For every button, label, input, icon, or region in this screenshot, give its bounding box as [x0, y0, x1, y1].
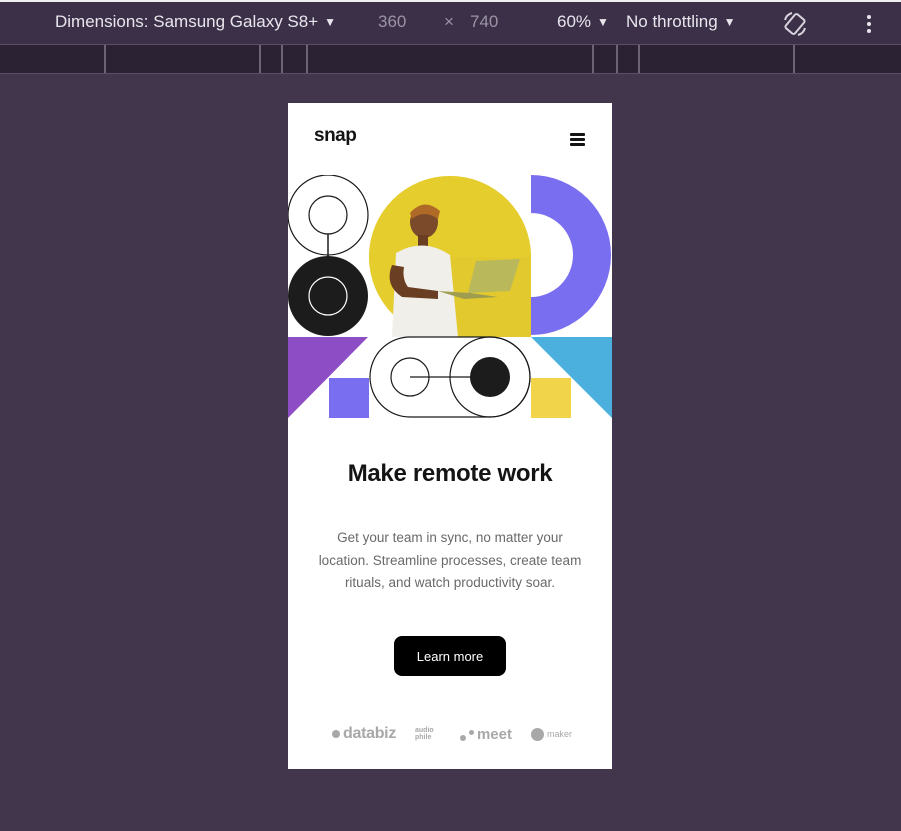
device-dropdown[interactable]: Dimensions: Samsung Galaxy S8+ ▼ — [55, 12, 336, 32]
times-icon: × — [444, 12, 454, 31]
hero-description: Get your team in sync, no matter your lo… — [318, 530, 582, 590]
learn-more-button[interactable]: Learn more — [394, 636, 506, 676]
throttling-label: No throttling — [626, 12, 718, 31]
hero-title: Make remote work — [347, 460, 553, 487]
maker-logo-text: maker — [546, 729, 572, 739]
maker-mark-icon — [530, 727, 544, 741]
audiophile-logo: audio phile — [415, 727, 434, 741]
height-input[interactable]: 740 — [470, 12, 530, 36]
hamburger-menu-icon[interactable] — [570, 133, 585, 147]
databiz-mark-icon — [332, 730, 340, 738]
rotate-icon[interactable] — [782, 10, 808, 38]
databiz-logo: databiz — [332, 725, 396, 743]
site-logo[interactable]: snap — [314, 125, 357, 147]
devtools-toolbar: Dimensions: Samsung Galaxy S8+ ▼ 360 × 7… — [0, 0, 901, 46]
client-logos: databiz audio phile meet maker — [332, 723, 572, 745]
meet-mark-icon — [468, 729, 474, 735]
caret-down-icon: ▼ — [324, 15, 337, 29]
device-viewport: snap Make remote work Get your team in s… — [288, 103, 612, 769]
meet-mark-icon — [459, 735, 466, 741]
meet-logo: meet — [459, 725, 512, 743]
throttling-dropdown[interactable]: No throttling ▼ — [626, 12, 736, 32]
databiz-logo-text: databiz — [343, 725, 397, 742]
width-input[interactable]: 360 — [378, 12, 438, 36]
zoom-dropdown[interactable]: 60% ▼ — [557, 12, 609, 32]
media-query-ruler — [0, 44, 901, 74]
meet-logo-text: meet — [476, 725, 512, 743]
device-dropdown-label: Dimensions: Samsung Galaxy S8+ — [55, 12, 319, 31]
caret-down-icon: ▼ — [597, 15, 609, 29]
caret-down-icon: ▼ — [723, 15, 736, 29]
maker-logo: maker — [530, 727, 572, 741]
hero-illustration — [288, 175, 612, 418]
more-options-icon[interactable] — [862, 12, 876, 38]
zoom-label: 60% — [557, 12, 592, 31]
